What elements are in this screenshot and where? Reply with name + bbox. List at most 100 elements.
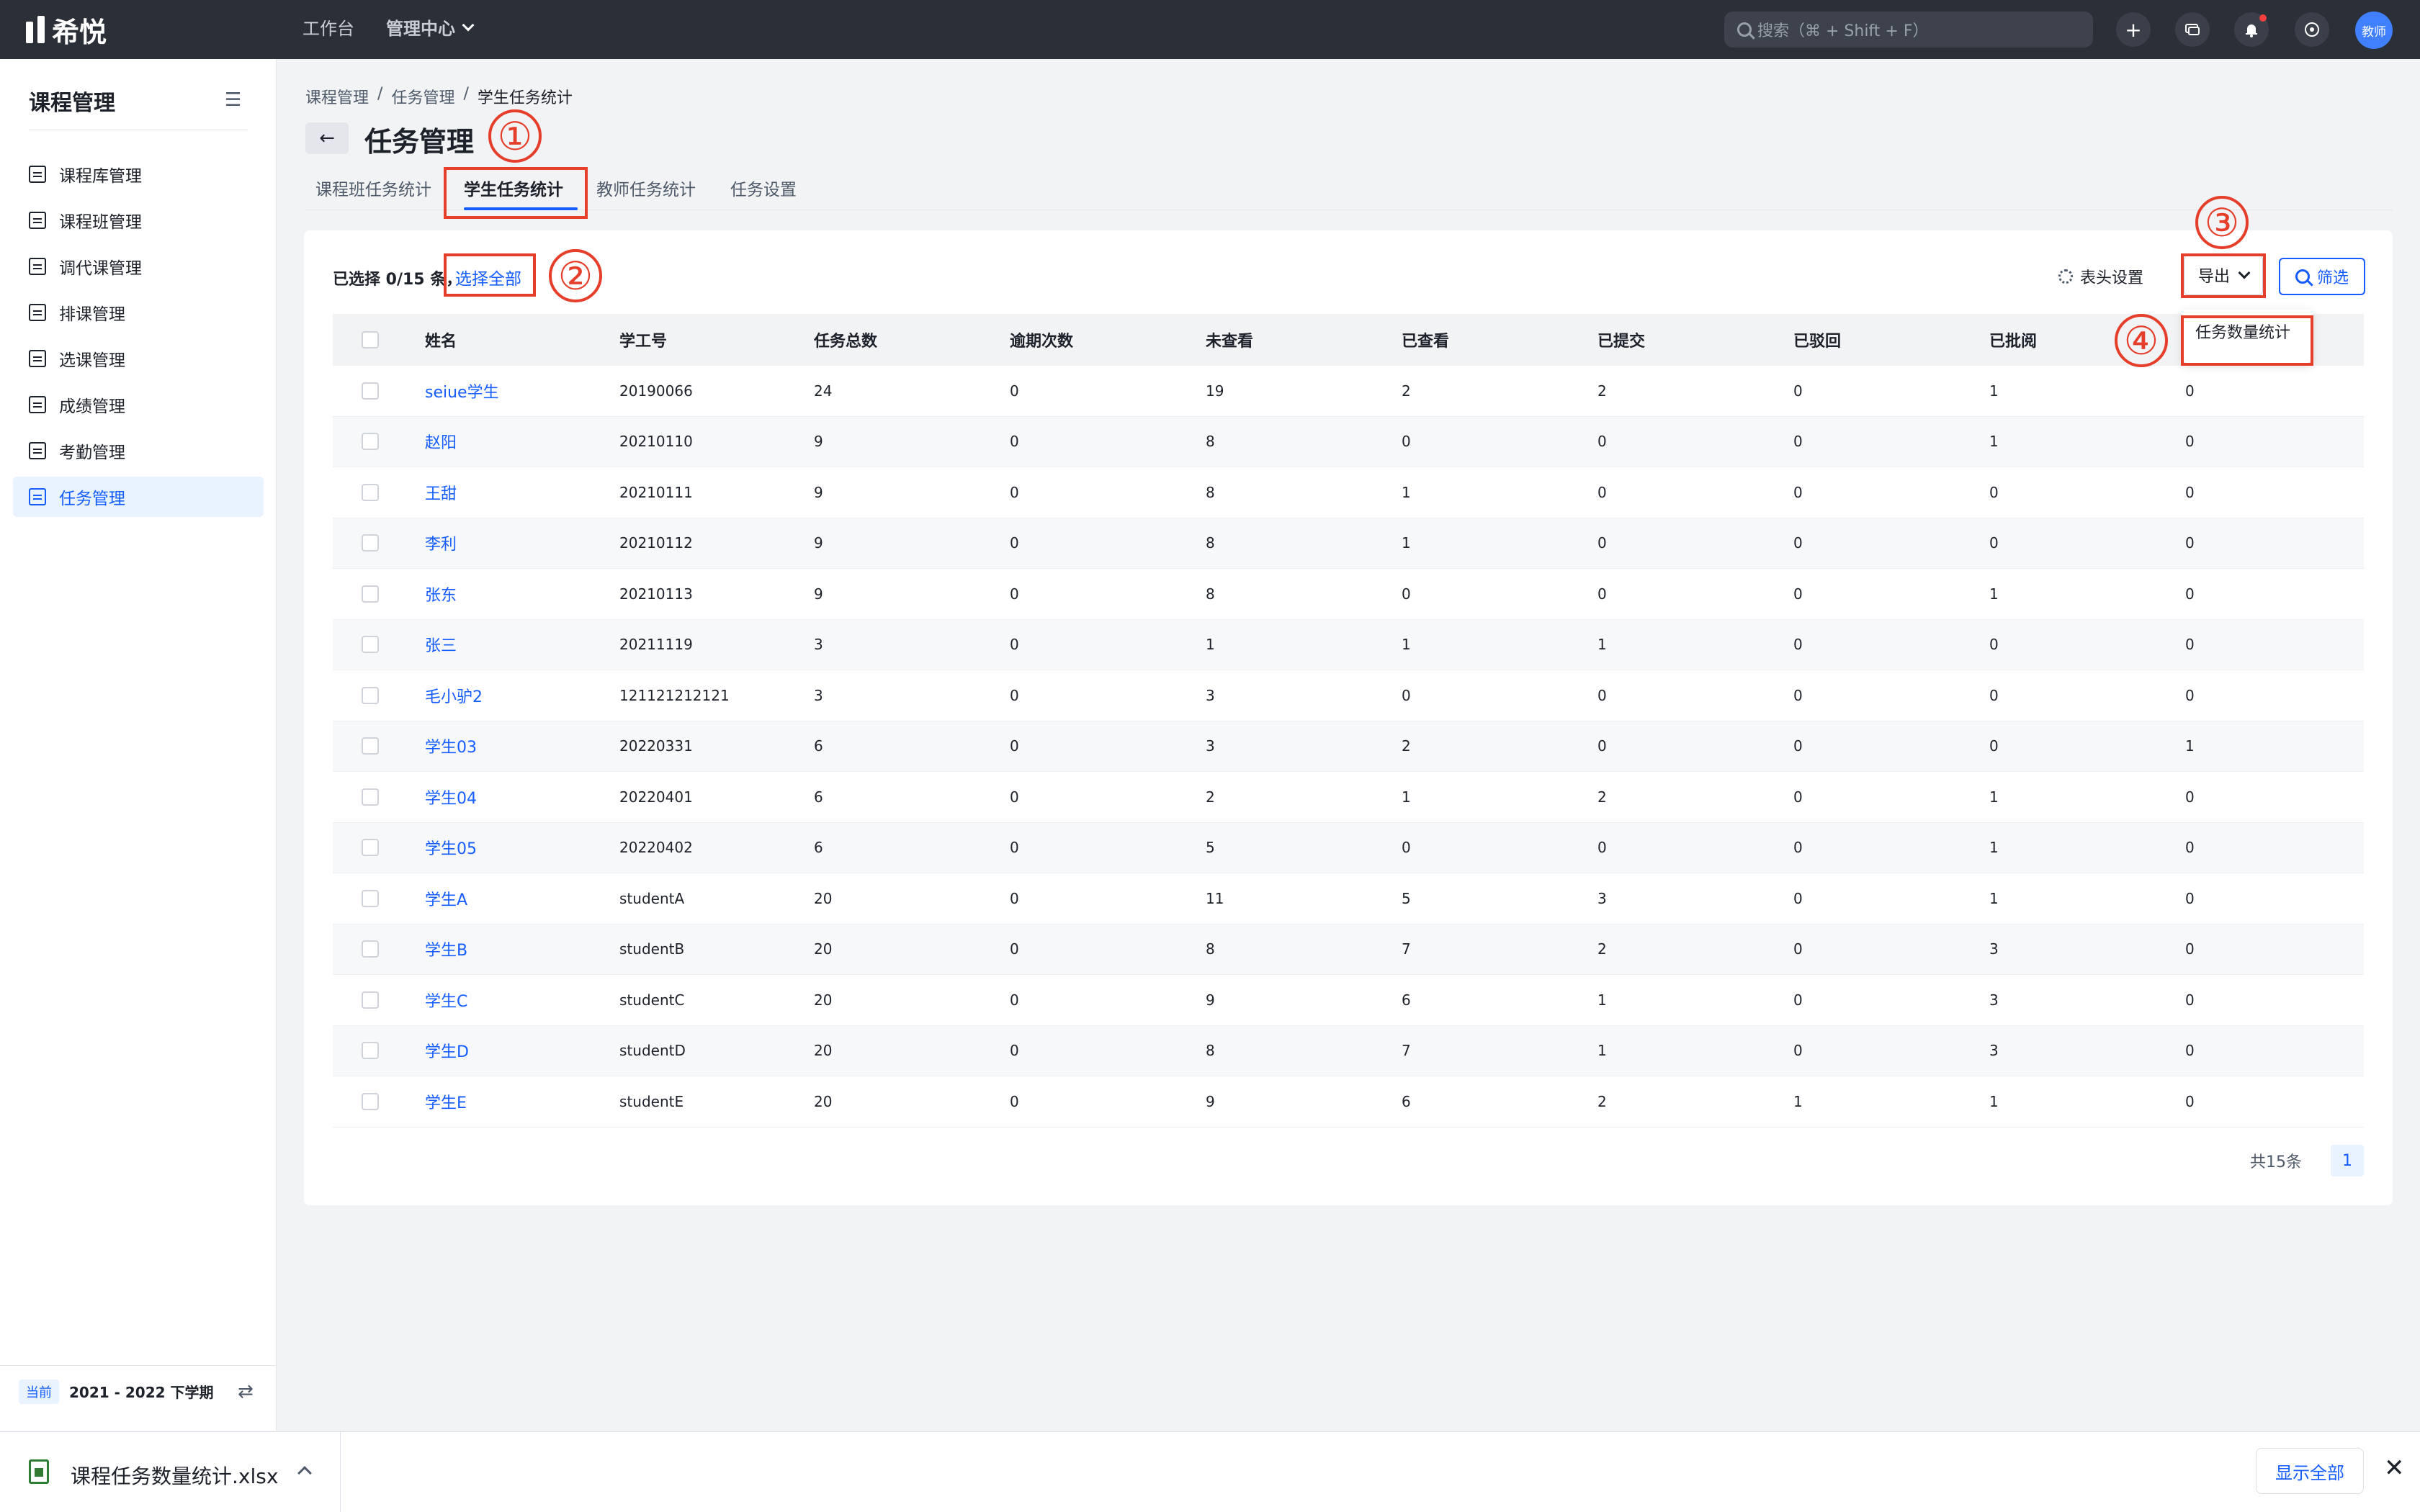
student-name-link[interactable]: 学生D: [425, 1039, 469, 1062]
table-cell: 3: [1989, 940, 1999, 958]
download-filename[interactable]: 课程任务数量统计.xlsx: [71, 1461, 278, 1490]
column-header[interactable]: 任务总数: [814, 328, 877, 351]
student-name-link[interactable]: 学生C: [425, 989, 467, 1012]
student-name-link[interactable]: 学生03: [425, 734, 477, 757]
nav-management-center[interactable]: 管理中心: [386, 14, 475, 40]
sidebar-item-substitute[interactable]: 调代课管理: [13, 246, 264, 287]
table-row[interactable]: 学生03 20220331 6 0 3 2 0 0 0 1: [333, 721, 2364, 772]
row-checkbox[interactable]: [362, 534, 379, 552]
row-checkbox[interactable]: [362, 940, 379, 958]
column-header[interactable]: 已查看: [1402, 328, 1449, 351]
breadcrumb-item[interactable]: 课程管理: [305, 85, 369, 108]
student-name-link[interactable]: 学生04: [425, 786, 477, 809]
sidebar-item-schedule[interactable]: 排课管理: [13, 292, 264, 333]
switch-term-icon[interactable]: ⇄: [238, 1381, 254, 1403]
student-name-link[interactable]: 王甜: [425, 481, 457, 504]
tab-teacher-task-stats[interactable]: 教师任务统计: [596, 176, 696, 200]
nav-workbench[interactable]: 工作台: [302, 14, 354, 40]
table-row[interactable]: 学生B studentB 20 0 8 7 2 0 3 0: [333, 924, 2364, 975]
student-name-link[interactable]: seiue学生: [425, 379, 499, 402]
tab-class-task-stats[interactable]: 课程班任务统计: [315, 176, 431, 200]
table-cell: 0: [1793, 839, 1803, 857]
column-header[interactable]: 逾期次数: [1010, 328, 1073, 351]
row-checkbox[interactable]: [362, 483, 379, 501]
table-row[interactable]: 王甜 20210111 9 0 8 1 0 0 0 0: [333, 467, 2364, 518]
notifications-button[interactable]: [2234, 12, 2269, 47]
column-header[interactable]: 姓名: [425, 328, 457, 351]
student-name-link[interactable]: 学生05: [425, 836, 477, 859]
student-name-link[interactable]: 学生B: [425, 937, 467, 960]
close-icon[interactable]: ✕: [2384, 1454, 2405, 1482]
collapse-sidebar-icon[interactable]: ☰: [225, 89, 241, 111]
column-header[interactable]: 已提交: [1597, 328, 1645, 351]
table-row[interactable]: 张东 20210113 9 0 8 0 0 0 1 0: [333, 569, 2364, 620]
table-row[interactable]: 毛小驴2 121121212121 3 0 3 0 0 0 0 0: [333, 670, 2364, 721]
row-checkbox[interactable]: [362, 686, 379, 704]
select-all-checkbox[interactable]: [362, 331, 379, 348]
sidebar-item-course-class[interactable]: 课程班管理: [13, 200, 264, 240]
logo[interactable]: 希悦: [26, 13, 107, 48]
table-row[interactable]: 张三 20211119 3 0 1 1 1 0 0 0: [333, 619, 2364, 670]
row-checkbox[interactable]: [362, 737, 379, 755]
table-row[interactable]: 李利 20210112 9 0 8 1 0 0 0 0: [333, 518, 2364, 569]
filter-button[interactable]: 筛选: [2279, 258, 2365, 295]
chevron-up-icon[interactable]: [297, 1466, 312, 1480]
table-row[interactable]: 学生05 20220402 6 0 5 0 0 0 1 0: [333, 822, 2364, 873]
sidebar-item-attendance[interactable]: 考勤管理: [13, 431, 264, 471]
table-row[interactable]: 赵阳 20210110 9 0 8 0 0 0 1 0: [333, 416, 2364, 467]
student-name-link[interactable]: 李利: [425, 531, 457, 554]
row-checkbox[interactable]: [362, 636, 379, 654]
table-cell: 9: [814, 585, 823, 603]
sidebar-item-task[interactable]: 任务管理: [13, 477, 264, 517]
table-cell: 1: [1793, 1092, 1803, 1110]
column-settings-button[interactable]: 表头设置: [2058, 265, 2143, 288]
student-name-link[interactable]: 毛小驴2: [425, 684, 483, 707]
row-checkbox[interactable]: [362, 382, 379, 400]
student-name-link[interactable]: 张三: [425, 633, 457, 656]
column-header[interactable]: 未查看: [1206, 328, 1253, 351]
table-row[interactable]: 学生C studentC 20 0 9 6 1 0 3 0: [333, 975, 2364, 1026]
show-all-downloads-button[interactable]: 显示全部: [2256, 1448, 2364, 1494]
column-header[interactable]: 已批阅: [1989, 328, 2037, 351]
table-cell: 0: [1793, 737, 1803, 755]
pagination-page-1[interactable]: 1: [2331, 1145, 2364, 1176]
add-button[interactable]: +: [2116, 12, 2151, 47]
row-checkbox[interactable]: [362, 1092, 379, 1110]
breadcrumb-item[interactable]: 任务管理: [391, 85, 454, 108]
sidebar-item-grade[interactable]: 成绩管理: [13, 384, 264, 425]
sidebar-item-label: 任务管理: [59, 490, 125, 508]
student-name-link[interactable]: 学生A: [425, 887, 467, 910]
sidebar-item-course-select[interactable]: 选课管理: [13, 338, 264, 379]
current-term: 2021 - 2022 下学期: [69, 1384, 214, 1401]
row-checkbox[interactable]: [362, 788, 379, 806]
tab-task-settings[interactable]: 任务设置: [730, 176, 797, 200]
table-cell: 0: [1402, 433, 1411, 451]
user-avatar[interactable]: 教师: [2355, 12, 2393, 49]
student-name-link[interactable]: 张东: [425, 582, 457, 606]
row-checkbox[interactable]: [362, 433, 379, 451]
row-checkbox[interactable]: [362, 839, 379, 857]
table-row[interactable]: seiue学生 20190066 24 0 19 2 2 0 1 0: [333, 366, 2364, 417]
global-search-input[interactable]: 搜索（⌘ + Shift + F）: [1724, 12, 2093, 48]
column-header[interactable]: 已驳回: [1793, 328, 1841, 351]
table-row[interactable]: 学生E studentE 20 0 9 6 2 1 1 0: [333, 1076, 2364, 1128]
table-cell: 3: [814, 686, 823, 704]
help-button[interactable]: [2295, 12, 2329, 47]
row-checkbox[interactable]: [362, 1042, 379, 1060]
table-cell: 0: [1010, 1042, 1019, 1060]
row-checkbox[interactable]: [362, 991, 379, 1009]
student-name-link[interactable]: 学生E: [425, 1090, 467, 1113]
row-checkbox[interactable]: [362, 889, 379, 907]
pagination-total: 共15条: [2250, 1153, 2302, 1171]
row-checkbox[interactable]: [362, 585, 379, 603]
term-selector[interactable]: 当前 2021 - 2022 下学期 ⇄: [0, 1365, 277, 1417]
student-name-link[interactable]: 赵阳: [425, 430, 457, 453]
table-row[interactable]: 学生D studentD 20 0 8 7 1 0 3 0: [333, 1025, 2364, 1076]
table-cell: 20: [814, 1092, 833, 1110]
back-button[interactable]: ←: [305, 122, 349, 154]
table-row[interactable]: 学生A studentA 20 0 11 5 3 0 1 0: [333, 873, 2364, 924]
column-header[interactable]: 学工号: [619, 328, 667, 351]
sidebar-item-course-library[interactable]: 课程库管理: [13, 154, 264, 194]
messages-button[interactable]: [2175, 12, 2210, 47]
table-row[interactable]: 学生04 20220401 6 0 2 1 2 0 1 0: [333, 772, 2364, 823]
